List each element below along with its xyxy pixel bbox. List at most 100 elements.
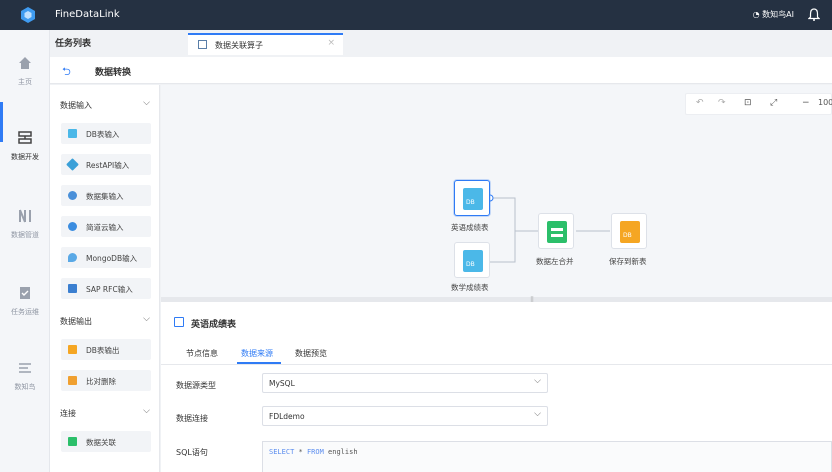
home-icon xyxy=(19,57,31,69)
compare-delete-icon xyxy=(68,376,77,385)
undo-icon[interactable]: ↶ xyxy=(696,98,704,108)
palette-item-label: 数据集输入 xyxy=(86,192,124,201)
task-list-title: 任务列表 xyxy=(55,39,92,49)
palette-item-sap-rfc-input[interactable]: SAP RFC输入 xyxy=(61,278,151,299)
source-type-label: 数据源类型 xyxy=(176,381,216,390)
palette-item-dataset-input[interactable]: 数据集输入 xyxy=(61,185,151,206)
node-label: 英语成绩表 xyxy=(451,223,489,232)
nav-item-home[interactable]: 主页 xyxy=(0,55,50,87)
palette-item-mongodb-input[interactable]: MongoDB输入 xyxy=(61,247,151,268)
node-math-scores[interactable]: DB xyxy=(454,242,490,278)
redo-icon[interactable]: ↷ xyxy=(718,98,726,108)
nav-label: 数知鸟 xyxy=(14,383,36,391)
sql-keyword: FROM xyxy=(306,448,324,456)
pipeline-icon xyxy=(19,209,31,223)
fit-view-icon[interactable]: ⊡ xyxy=(744,98,752,108)
zoom-level: 100 xyxy=(818,98,832,107)
bell-icon[interactable] xyxy=(808,8,820,21)
nav-item-ops[interactable]: 任务运维 xyxy=(0,285,50,317)
palette-item-compare-delete[interactable]: 比对删除 xyxy=(61,370,151,391)
db-badge: DB xyxy=(623,232,632,239)
palette-item-label: RestAPI输入 xyxy=(86,161,130,170)
connection-label: 数据连接 xyxy=(176,414,208,423)
palette-item-label: MongoDB输入 xyxy=(86,254,138,263)
db-badge: DB xyxy=(466,261,475,268)
tab-data-source[interactable]: 数据来源 xyxy=(241,348,273,359)
app-title: FineDataLink xyxy=(55,9,120,20)
table-icon xyxy=(174,317,184,327)
tab-data-join-operator[interactable]: 数据关联算子 × xyxy=(188,33,343,55)
node-label: 数学成绩表 xyxy=(451,283,489,292)
nav-item-shuzhiniao[interactable]: 数知鸟 xyxy=(0,360,50,392)
sub-header: ⮌ 数据转换 xyxy=(50,57,832,84)
palette-item-label: 数据关联 xyxy=(86,438,116,447)
db-icon: DB xyxy=(463,250,483,272)
nav-item-pipeline[interactable]: 数据管道 xyxy=(0,208,50,240)
close-icon[interactable]: × xyxy=(327,38,335,48)
palette-item-label: 比对删除 xyxy=(86,377,116,386)
cloud-icon xyxy=(68,222,77,231)
db-output-icon: DB xyxy=(620,221,640,243)
group-header-output[interactable]: 数据输出 ⌵ xyxy=(60,314,150,327)
source-type-select[interactable]: MySQL ⌵ xyxy=(262,373,548,393)
join-bar-icon xyxy=(551,234,563,237)
group-label: 数据输入 xyxy=(60,101,92,110)
connection-value: FDLdemo xyxy=(269,412,305,421)
nav-label: 主页 xyxy=(18,78,32,86)
top-bar: FineDataLink ◔ 数知鸟AI xyxy=(0,0,832,30)
palette-item-label: DB表输入 xyxy=(86,130,120,139)
join-icon xyxy=(68,437,77,446)
node-save-new-table[interactable]: DB xyxy=(611,213,647,249)
node-english-scores[interactable]: DB xyxy=(454,180,490,216)
db-icon xyxy=(68,129,77,138)
nav-label: 数据开发 xyxy=(11,153,39,161)
app-logo-icon xyxy=(21,7,35,23)
layout-icon[interactable]: ⤢ xyxy=(770,98,777,108)
nav-label: 数据管道 xyxy=(11,231,39,239)
chevron-down-icon: ⌵ xyxy=(143,314,150,324)
tab-data-preview[interactable]: 数据预览 xyxy=(295,348,327,359)
palette-item-db-output[interactable]: DB表输出 xyxy=(61,339,151,360)
data-dev-icon xyxy=(18,131,32,144)
dataset-icon xyxy=(68,191,77,200)
palette-item-db-input[interactable]: DB表输入 xyxy=(61,123,151,144)
ops-icon xyxy=(20,287,30,299)
mongodb-icon xyxy=(68,253,77,262)
connection-select[interactable]: FDLdemo ⌵ xyxy=(262,406,548,426)
left-nav xyxy=(0,30,50,472)
api-icon xyxy=(66,158,79,171)
join-icon xyxy=(547,221,567,243)
palette-item-data-join[interactable]: 数据关联 xyxy=(61,431,151,452)
palette-item-label: SAP RFC输入 xyxy=(86,285,133,294)
page-title: 数据转换 xyxy=(95,68,132,78)
node-left-join[interactable] xyxy=(538,213,574,249)
back-icon[interactable]: ⮌ xyxy=(62,63,71,82)
nav-item-data-dev[interactable]: 数据开发 xyxy=(0,130,50,162)
palette-item-restapi-input[interactable]: RestAPI输入 xyxy=(61,154,151,175)
chevron-down-icon: ⌵ xyxy=(143,98,150,108)
source-type-value: MySQL xyxy=(269,379,295,388)
node-label: 数据左合并 xyxy=(536,257,574,266)
palette-item-label: 简道云输入 xyxy=(86,223,124,232)
panel-title: 英语成绩表 xyxy=(191,320,237,330)
group-header-input[interactable]: 数据输入 ⌵ xyxy=(60,98,150,111)
sql-editor[interactable]: SELECT * FROM english xyxy=(262,441,832,472)
group-label: 连接 xyxy=(60,409,76,418)
db-badge: DB xyxy=(466,199,475,206)
ai-assistant-button[interactable]: ◔ 数知鸟AI xyxy=(753,9,794,20)
chevron-down-icon: ⌵ xyxy=(534,409,541,419)
sql-label: SQL语句 xyxy=(176,448,208,457)
zoom-out-icon[interactable]: − xyxy=(802,98,810,108)
palette-item-jiandaoyun-input[interactable]: 简道云输入 xyxy=(61,216,151,237)
tab-node-info[interactable]: 节点信息 xyxy=(186,348,218,359)
flow-canvas[interactable] xyxy=(161,85,832,297)
join-bar-icon xyxy=(551,228,563,231)
group-header-connect[interactable]: 连接 ⌵ xyxy=(60,406,150,419)
group-label: 数据输出 xyxy=(60,317,92,326)
db-icon: DB xyxy=(463,188,483,210)
task-icon xyxy=(198,40,207,49)
palette-item-label: DB表输出 xyxy=(86,346,120,355)
node-label: 保存到新表 xyxy=(609,257,647,266)
chevron-down-icon: ⌵ xyxy=(143,406,150,416)
sql-keyword: SELECT xyxy=(269,448,295,456)
